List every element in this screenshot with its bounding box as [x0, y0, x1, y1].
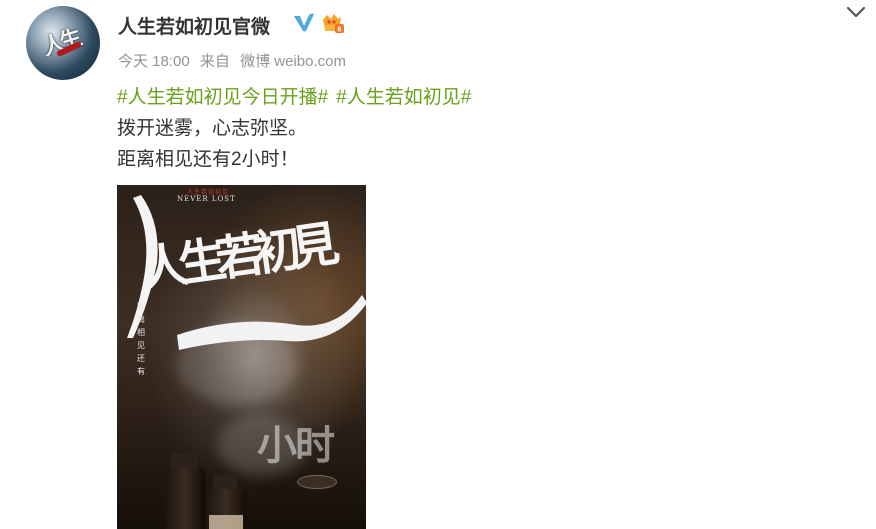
- topic-link-show[interactable]: #人生若如初见#: [336, 87, 471, 108]
- bottle-left: [165, 469, 205, 529]
- post-time[interactable]: 今天 18:00: [118, 53, 190, 70]
- poster-hours-text: 小时: [257, 422, 335, 469]
- post-content: #人生若如初见今日开播# #人生若如初见# 拨开迷雾，心志弥坚。 距离相见还有2小…: [117, 82, 479, 175]
- post-source[interactable]: 微博 weibo.com: [240, 53, 346, 70]
- post-text-line2: 距离相见还有2小时！: [117, 149, 299, 170]
- username[interactable]: 人生若如初见官微: [118, 12, 270, 39]
- bottle-label: [209, 515, 243, 529]
- poster-en-text: NEVER LOST: [177, 195, 236, 203]
- poster-image[interactable]: 人生若如初见 NEVER LOST 人生若初見 距离相见还有 小时: [117, 185, 366, 529]
- vip-badge-icon[interactable]: 6: [320, 11, 344, 35]
- brush-sweep-graphic: [177, 295, 366, 350]
- chevron-down-icon[interactable]: [845, 5, 867, 19]
- post-text-line1: 拨开迷雾，心志弥坚。: [117, 118, 308, 139]
- post-meta: 今天 18:00 来自 微博 weibo.com: [118, 50, 352, 71]
- topic-link-premiere[interactable]: #人生若如初见今日开播#: [117, 87, 328, 108]
- avatar[interactable]: 人生: [26, 6, 100, 80]
- svg-text:6: 6: [338, 27, 342, 34]
- dish: [297, 475, 337, 489]
- avatar-calligraphy: 人生: [39, 25, 82, 62]
- verified-v-icon[interactable]: [293, 13, 315, 33]
- source-prefix: 来自: [199, 53, 230, 70]
- topic-row: #人生若如初见今日开播# #人生若如初见#: [117, 82, 479, 113]
- poster-vertical-text: 距离相见还有: [137, 302, 145, 376]
